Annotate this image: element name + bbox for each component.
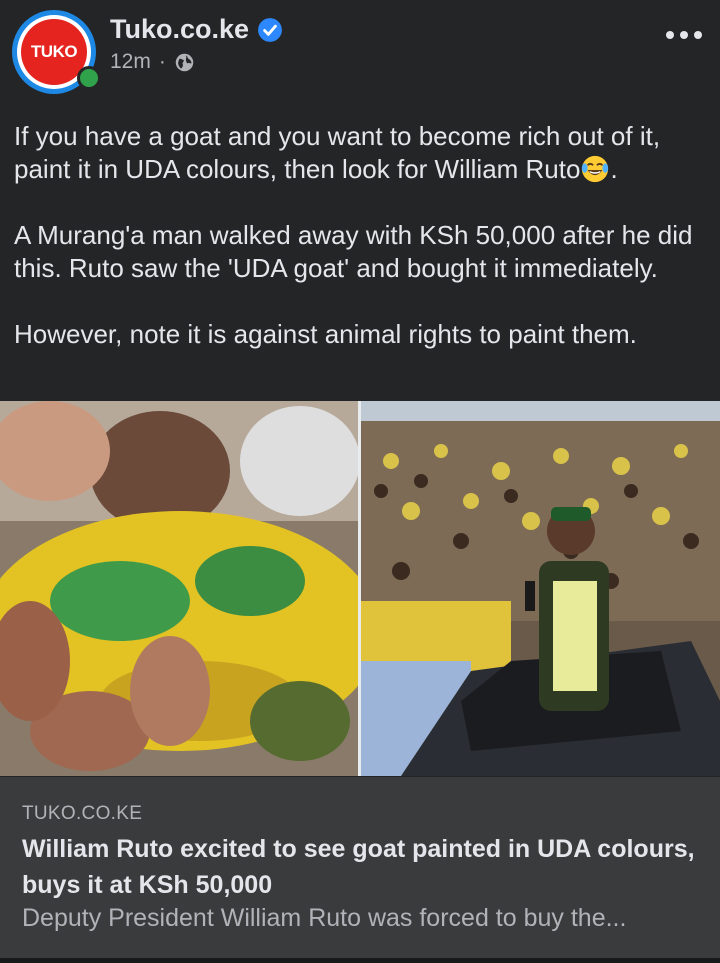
link-preview-card[interactable]: TUKO.CO.KE William Ruto excited to see g… [0,777,720,963]
caption-end: . [610,154,618,184]
post-caption: If you have a goat and you want to becom… [14,120,714,384]
globe-icon [175,53,194,71]
link-title[interactable]: William Ruto excited to see goat painted… [22,831,702,903]
rally-photo-graphic [361,401,720,776]
page-avatar[interactable]: TUKO [12,10,101,96]
online-status-dot [77,66,101,90]
post-meta: 12m · [110,50,195,74]
rally-photo[interactable] [361,401,720,776]
tears-of-joy-emoji [582,155,609,183]
caption-text-1: If you have a goat and you want to becom… [14,121,661,184]
page-name[interactable]: Tuko.co.ke [110,14,249,45]
link-description: Deputy President William Ruto was forced… [22,904,627,932]
more-dot [680,31,688,39]
more-dot [694,31,702,39]
tuko-logo: TUKO [30,42,78,61]
post-media [0,401,720,776]
more-options-button[interactable] [666,20,702,50]
facebook-post: TUKO Tuko.co.ke 12m · If you have a goat… [0,0,720,963]
more-dot [666,31,674,39]
page-name-row: Tuko.co.ke [110,14,283,45]
goat-photo-graphic [0,401,358,776]
goat-photo[interactable] [0,401,358,776]
caption-paragraph: If you have a goat and you want to becom… [14,120,714,186]
verified-badge-icon [258,17,282,42]
post-divider [0,958,720,963]
meta-separator: · [158,50,166,73]
post-timestamp[interactable]: 12m [110,50,151,74]
caption-paragraph: However, note it is against animal right… [14,319,637,349]
link-domain: TUKO.CO.KE [22,803,143,824]
post-header: TUKO Tuko.co.ke 12m · [0,0,720,100]
caption-paragraph: A Murang'a man walked away with KSh 50,0… [14,220,693,283]
